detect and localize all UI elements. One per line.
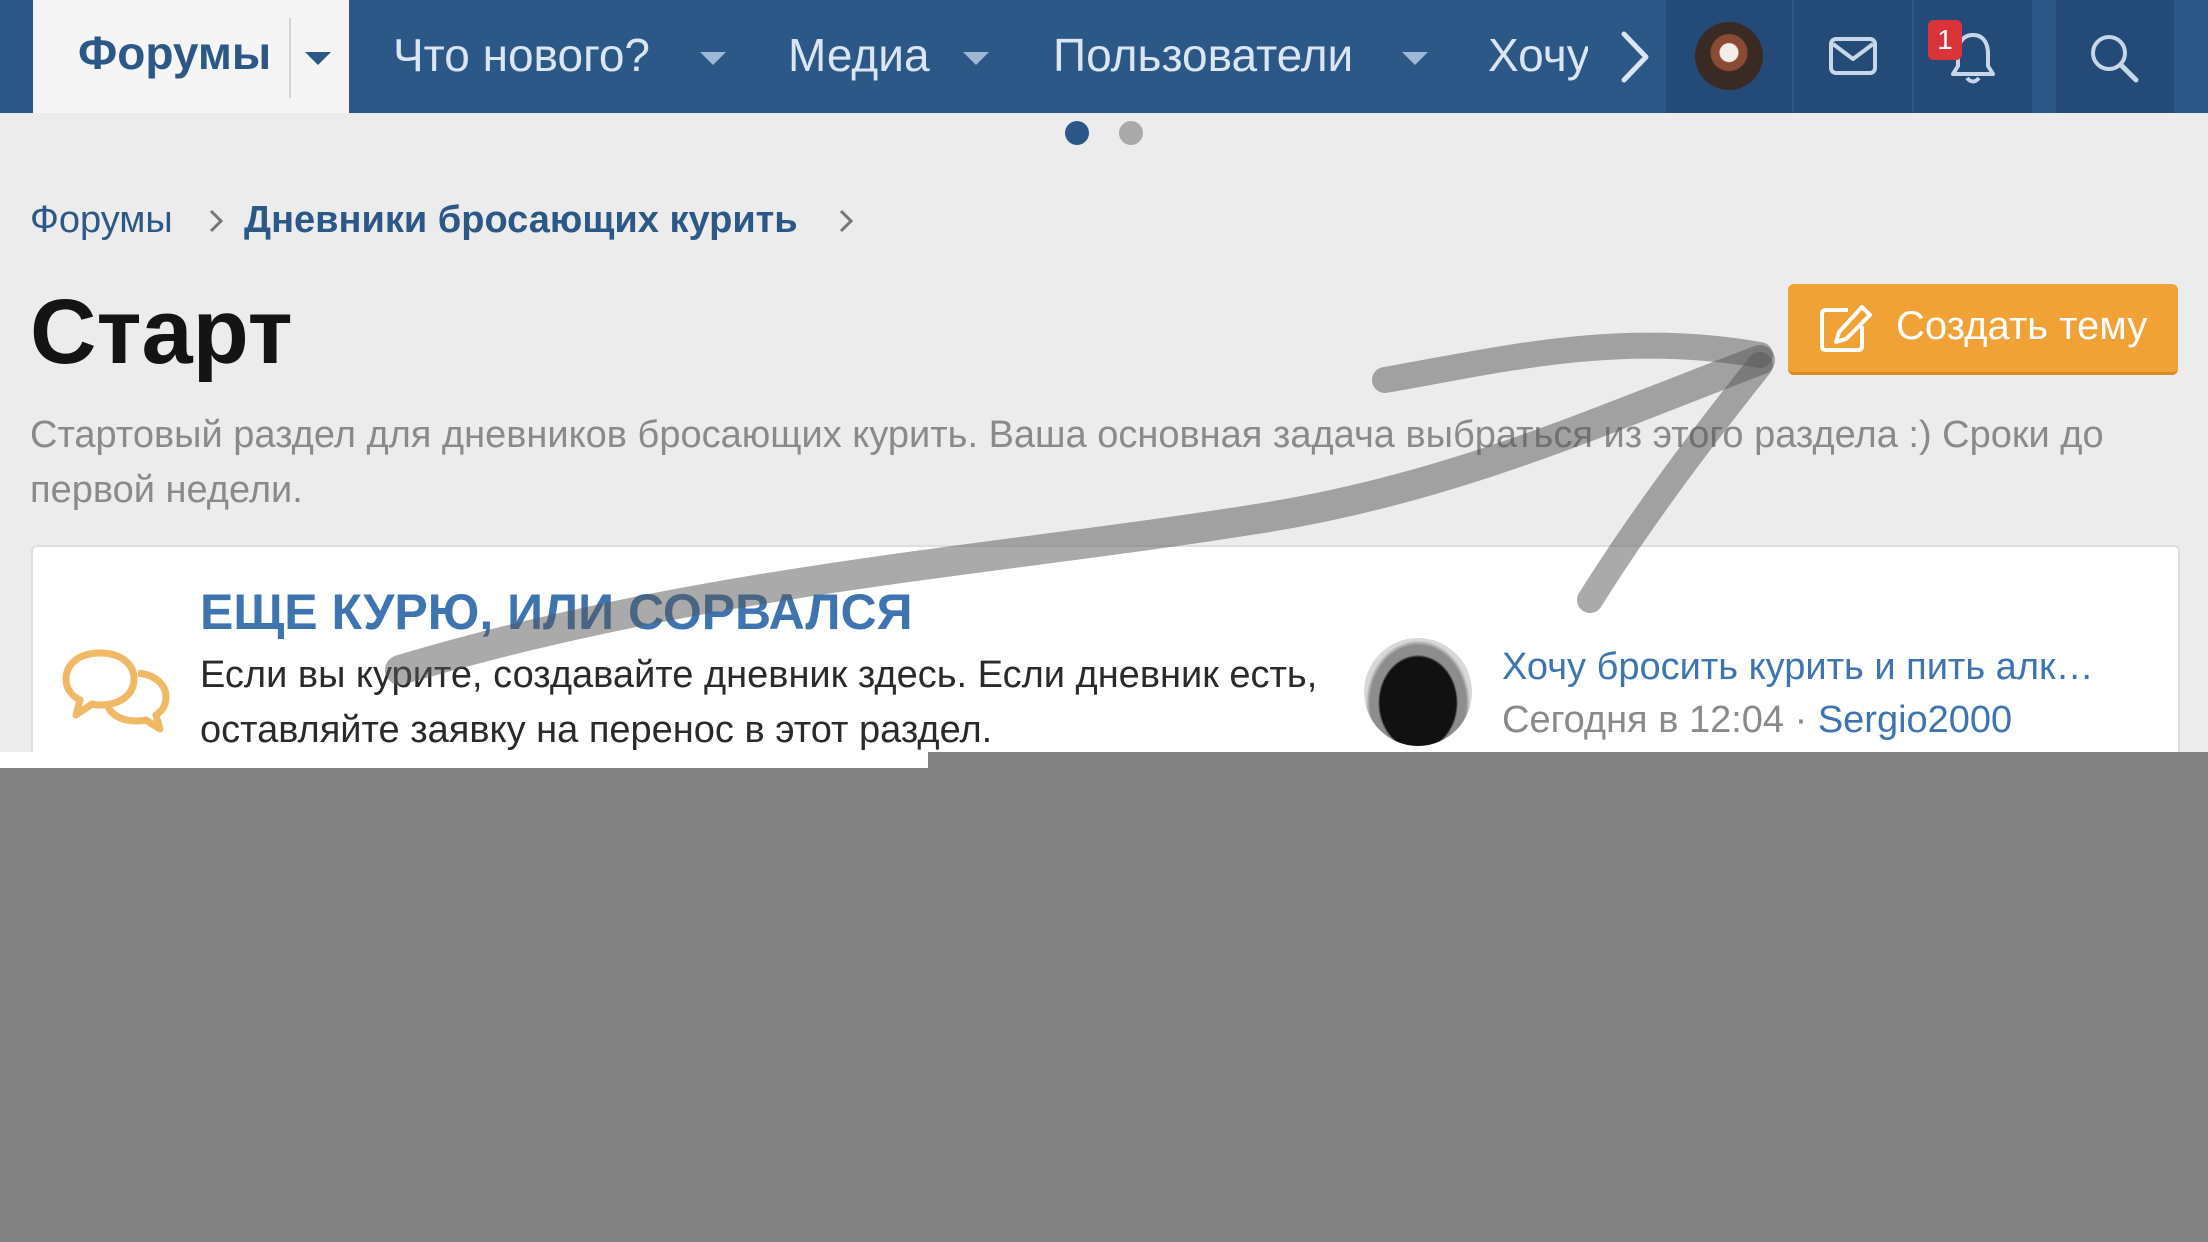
chevron-right-icon: [839, 209, 854, 233]
chevron-down-icon[interactable]: [700, 52, 726, 65]
nav-item-media[interactable]: Медиа: [788, 28, 930, 82]
chevron-down-icon[interactable]: [305, 52, 331, 65]
account-button[interactable]: [1666, 0, 1792, 113]
breadcrumb-forums[interactable]: Форумы: [30, 199, 173, 242]
alerts-button[interactable]: 1: [1914, 0, 2032, 113]
last-post-user[interactable]: Sergio2000: [1818, 699, 2012, 741]
envelope-icon: [1829, 37, 1877, 75]
notification-badge: 1: [1928, 20, 1962, 60]
nav-tab-forums[interactable]: Форумы: [33, 0, 349, 113]
search-button[interactable]: [2056, 0, 2174, 113]
chevron-right-icon[interactable]: [1618, 30, 1652, 84]
content-edge: [0, 752, 928, 768]
inbox-button[interactable]: [1794, 0, 1912, 113]
nav-item-whats-new[interactable]: Что нового?: [393, 28, 650, 82]
last-post-title[interactable]: Хочу бросить курить и пить алк…: [1502, 646, 2094, 689]
chat-bubbles-icon: [62, 649, 170, 733]
top-navbar: Форумы Что нового? Медиа Пользователи Хо…: [0, 0, 2208, 113]
nav-item-want[interactable]: Хочу: [1488, 28, 1588, 82]
meta-separator: ·: [1784, 699, 1818, 741]
nav-item-members[interactable]: Пользователи: [1053, 28, 1353, 82]
last-post-meta: Сегодня в 12:04 · Sergio2000: [1502, 699, 2012, 742]
chevron-down-icon[interactable]: [1402, 52, 1428, 65]
blank-grey-area: [0, 752, 2208, 1242]
forum-description: Стартовый раздел для дневников бросающих…: [30, 414, 2104, 511]
create-thread-button[interactable]: Создать тему: [1788, 284, 2178, 375]
edit-icon: [1820, 305, 1872, 352]
create-thread-label: Создать тему: [1896, 304, 2148, 348]
search-icon: [2091, 35, 2139, 83]
nav-tab-divider: [289, 18, 291, 98]
pager-dot-active[interactable]: [1065, 121, 1089, 145]
nav-tab-forums-label: Форумы: [78, 27, 272, 79]
last-post-time: Сегодня в 12:04: [1502, 699, 1785, 741]
chevron-down-icon[interactable]: [963, 52, 989, 65]
chevron-right-icon: [209, 209, 224, 233]
pager-dot[interactable]: [1119, 121, 1143, 145]
node-title[interactable]: ЕЩЕ КУРЮ, ИЛИ СОРВАЛСЯ: [200, 583, 913, 641]
user-avatar: [1695, 22, 1763, 90]
page-title: Старт: [30, 281, 293, 383]
breadcrumb-diaries[interactable]: Дневники бросающих курить: [244, 199, 798, 242]
last-poster-avatar[interactable]: [1364, 638, 1472, 746]
node-description: Если вы курите, создавайте дневник здесь…: [200, 654, 1318, 751]
